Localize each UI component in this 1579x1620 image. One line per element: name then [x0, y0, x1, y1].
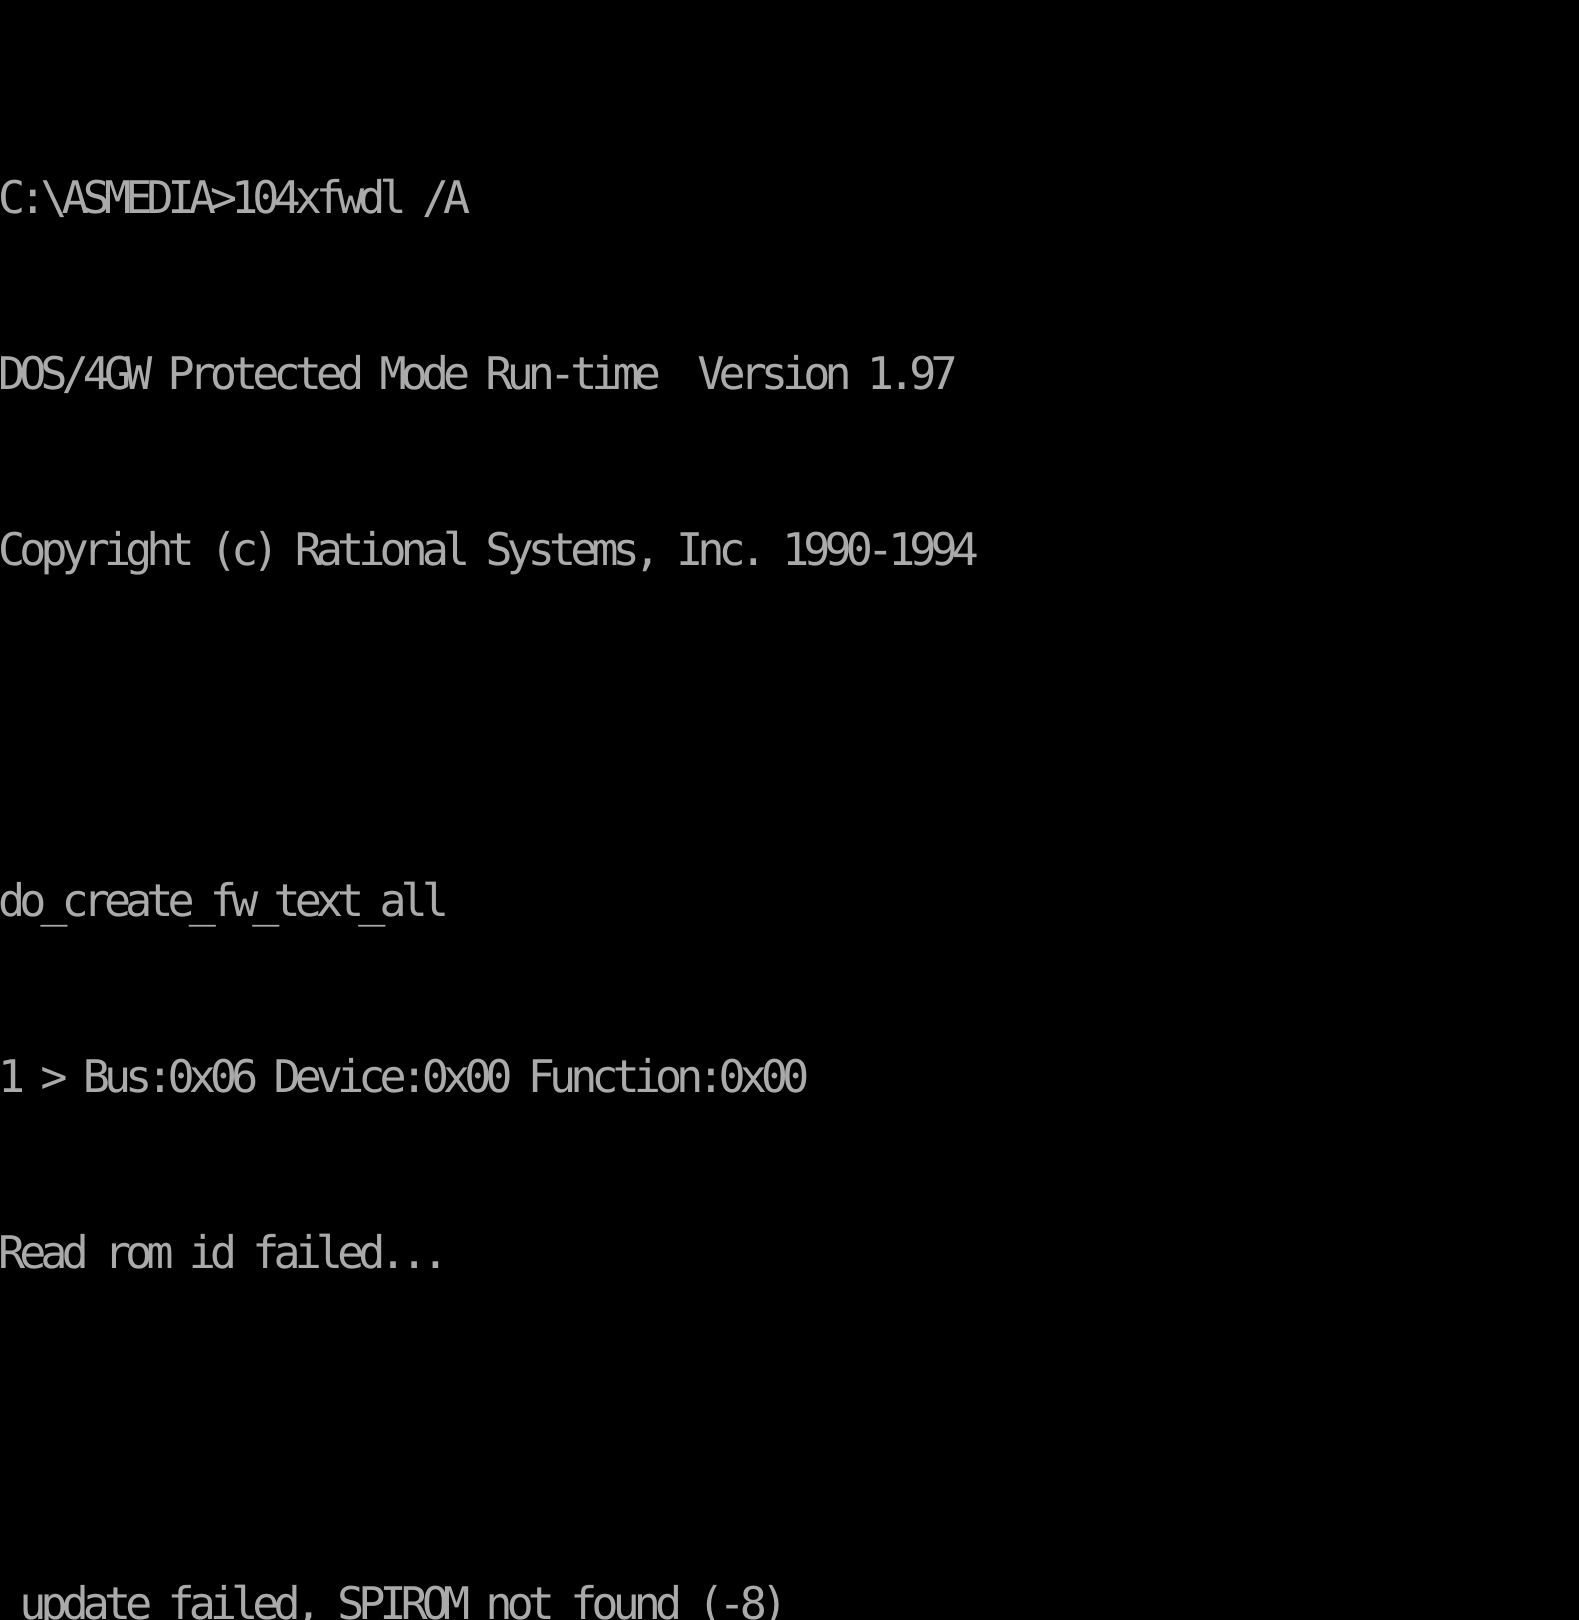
terminal-line-blank-2 [0, 1400, 1579, 1459]
terminal-line-pci-address: 1 > Bus:0x06 Device:0x00 Function:0x00 [0, 1050, 809, 1104]
terminal-line-update-failed: update failed, SPIROM not found (-8) [0, 1577, 788, 1620]
terminal-line-function-name: do_create_fw_text_all [0, 874, 449, 928]
terminal-line-blank-1 [0, 697, 1579, 756]
terminal-screen[interactable]: C:\ASMEDIA>104xfwdl /A DOS/4GW Protected… [0, 52, 1579, 1620]
terminal-line-read-error: Read rom id failed... [0, 1225, 449, 1279]
terminal-line-copyright: Copyright (c) Rational Systems, Inc. 199… [0, 522, 979, 576]
terminal-line-dos4gw-banner: DOS/4GW Protected Mode Run-time Version … [0, 346, 958, 400]
terminal-line-prompt-command: C:\ASMEDIA>104xfwdl /A [0, 171, 470, 225]
dos-terminal-window[interactable]: C:\ASMEDIA>104xfwdl /A DOS/4GW Protected… [0, 0, 1579, 1620]
